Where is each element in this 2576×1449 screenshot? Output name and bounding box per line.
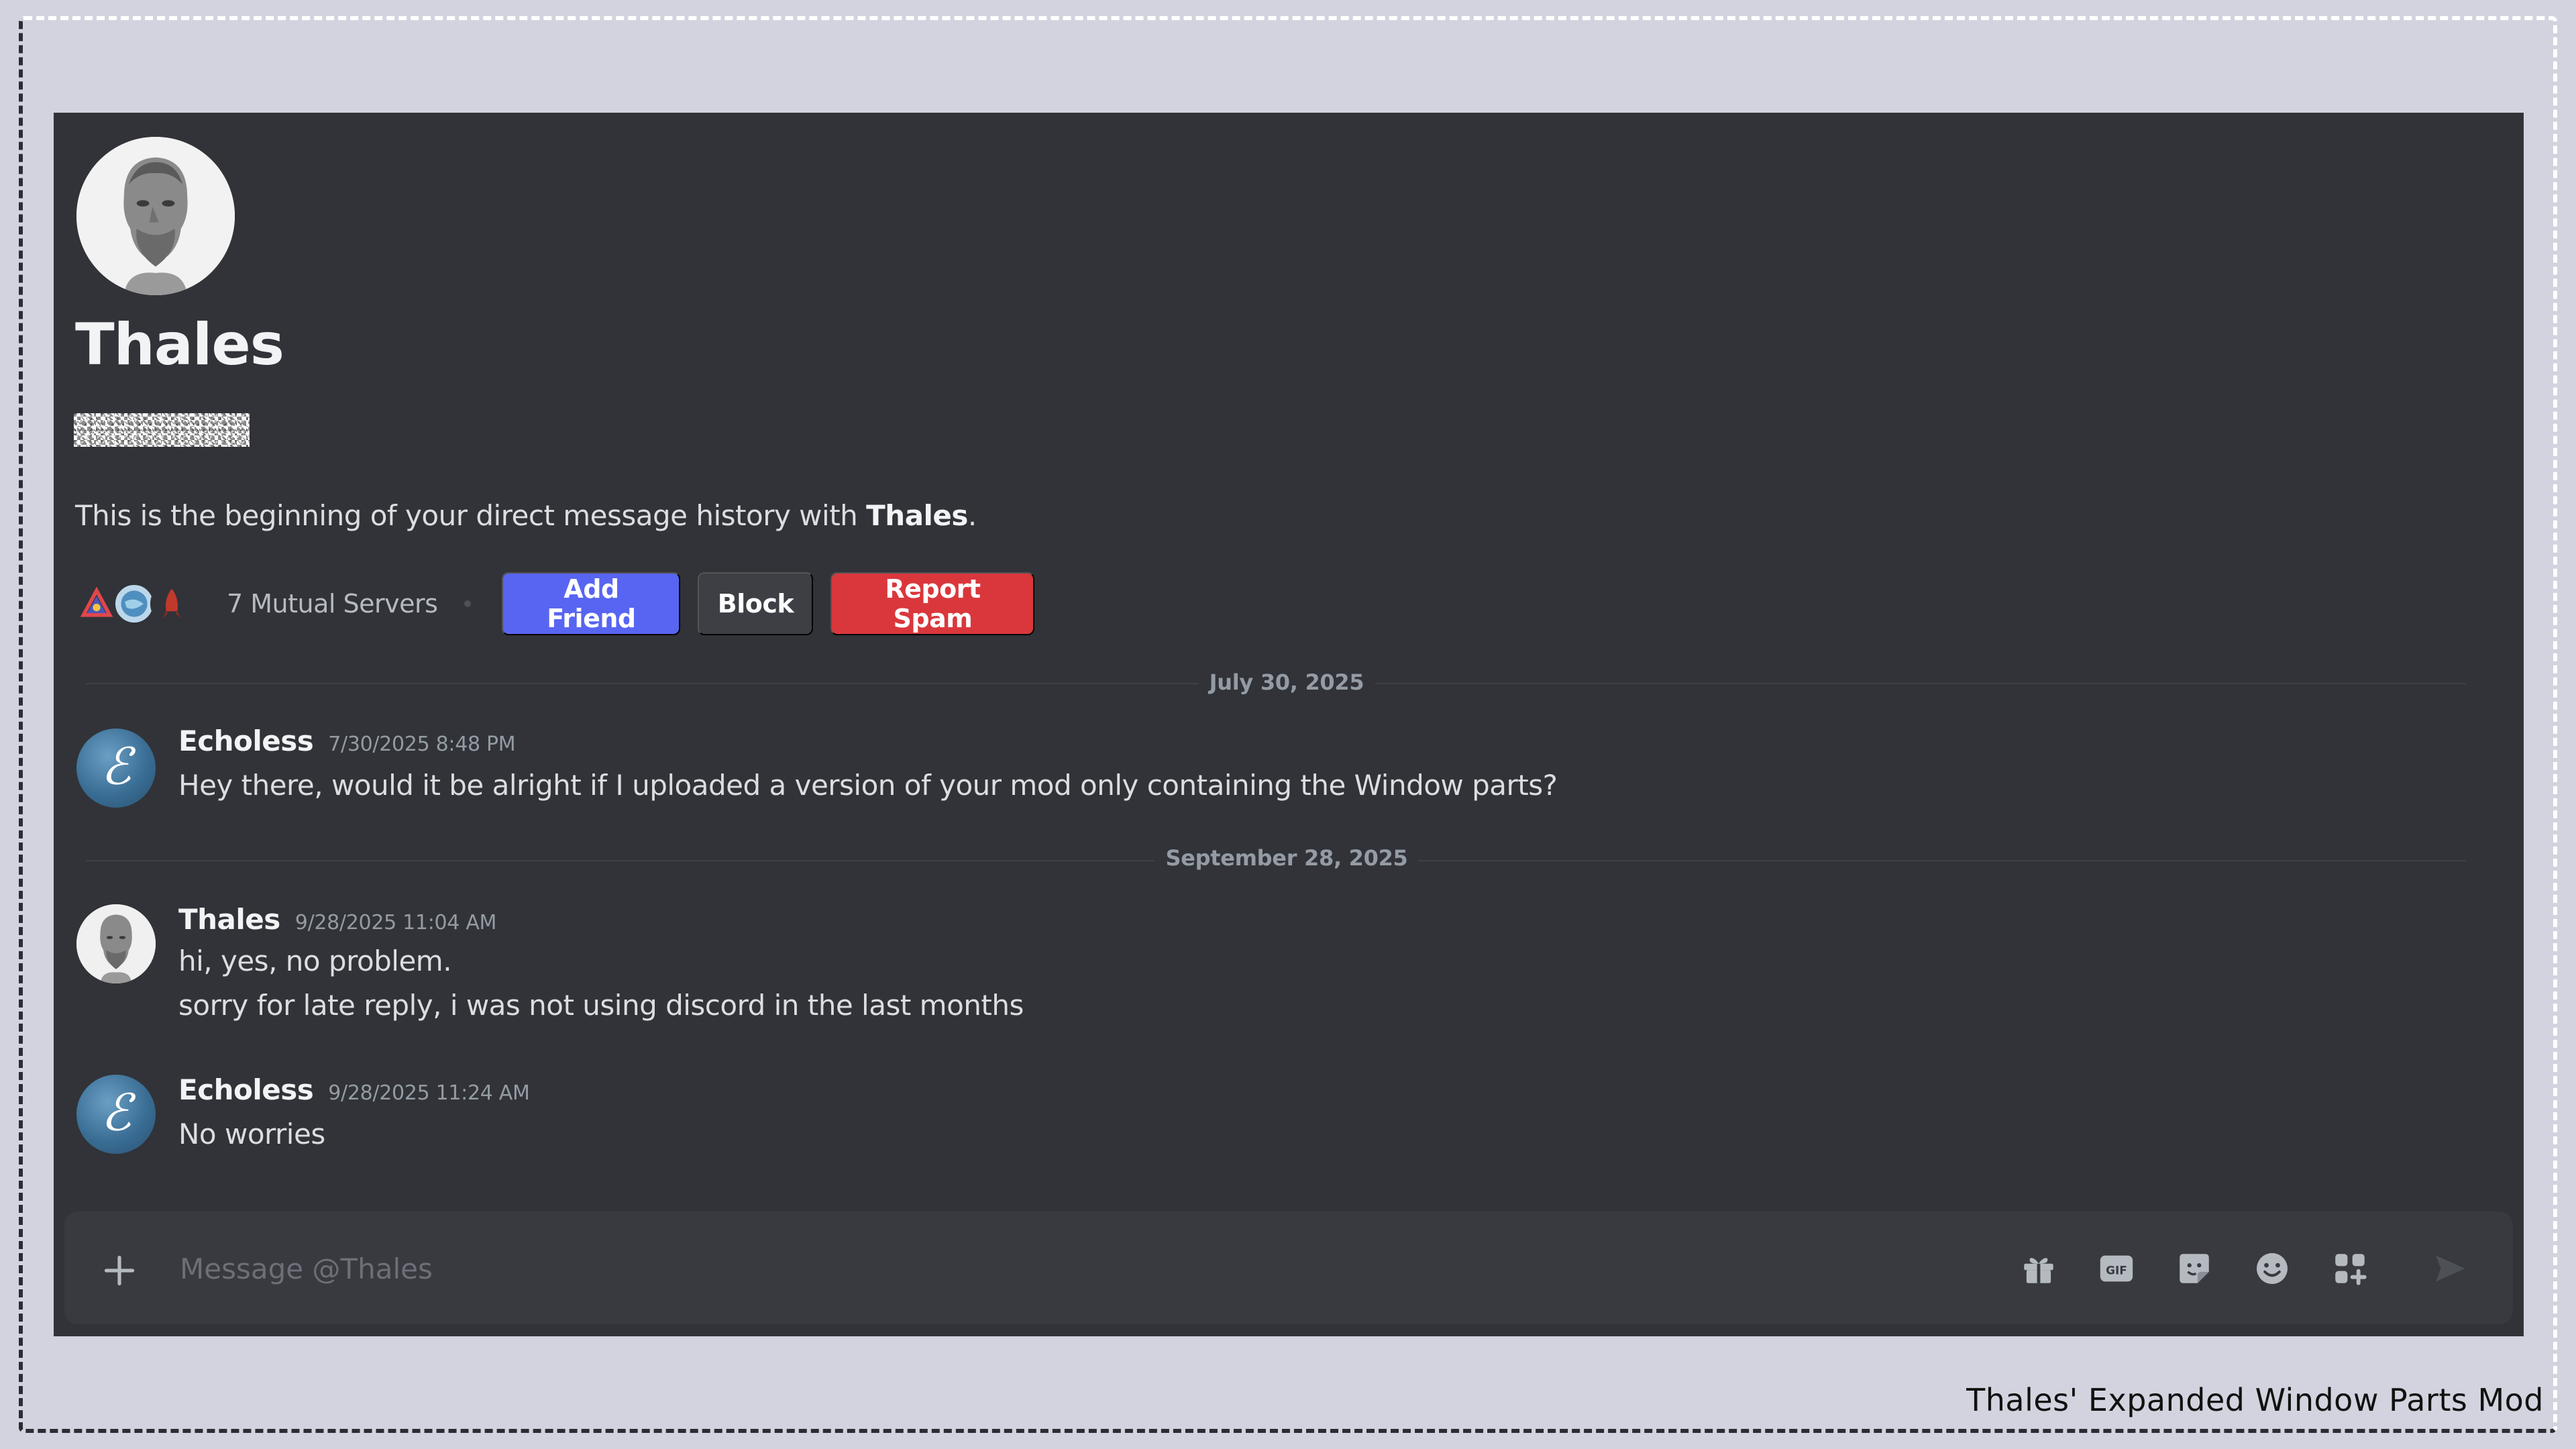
server-icon-globe xyxy=(113,582,156,625)
dm-intro-text: This is the beginning of your direct mes… xyxy=(75,499,977,532)
svg-text:ℰ: ℰ xyxy=(101,737,136,796)
mutual-servers-link[interactable]: 7 Mutual Servers xyxy=(227,589,438,619)
message-timestamp: 9/28/2025 11:04 AM xyxy=(294,911,497,934)
message-input[interactable] xyxy=(178,1238,1992,1299)
gift-icon[interactable] xyxy=(2019,1249,2058,1288)
server-icon-triangle xyxy=(75,582,118,625)
add-friend-button[interactable]: Add Friend xyxy=(502,572,681,635)
send-icon[interactable] xyxy=(2431,1249,2470,1288)
block-button[interactable]: Block xyxy=(698,572,814,635)
message-header: Thales 9/28/2025 11:04 AM xyxy=(178,903,496,936)
profile-avatar[interactable] xyxy=(76,137,235,295)
svg-text:ℰ: ℰ xyxy=(101,1083,136,1142)
emoji-icon[interactable] xyxy=(2253,1249,2292,1288)
date-divider-label: July 30, 2025 xyxy=(1198,669,1375,695)
message-timestamp: 7/30/2025 8:48 PM xyxy=(328,733,516,756)
intro-suffix: . xyxy=(967,499,977,532)
separator-dot xyxy=(464,600,472,607)
avatar-echoless[interactable]: ℰ xyxy=(76,729,156,808)
sticker-icon[interactable] xyxy=(2175,1249,2214,1288)
intro-name: Thales xyxy=(866,499,968,532)
gif-icon[interactable]: GIF xyxy=(2097,1249,2136,1288)
intro-prefix: This is the beginning of your direct mes… xyxy=(75,499,867,532)
profile-name: Thales xyxy=(75,311,284,378)
svg-text:GIF: GIF xyxy=(2106,1263,2127,1277)
message-author[interactable]: Echoless xyxy=(178,724,314,757)
message-text: Hey there, would it be alright if I uplo… xyxy=(178,769,1558,802)
mod-caption: Thales' Expanded Window Parts Mod xyxy=(1966,1382,2544,1418)
dm-window: Thales This is the beginning of your dir… xyxy=(54,113,2524,1336)
message-text: hi, yes, no problem. xyxy=(178,945,452,977)
message-header: Echoless 7/30/2025 8:48 PM xyxy=(178,724,516,757)
avatar-echoless[interactable]: ℰ xyxy=(76,1075,156,1154)
mutual-server-icons[interactable] xyxy=(75,577,196,631)
profile-actions: 7 Mutual Servers Add Friend Block Report… xyxy=(75,572,1052,636)
message-author[interactable]: Echoless xyxy=(178,1073,314,1106)
date-divider-label: September 28, 2025 xyxy=(1155,845,1419,871)
username-redacted xyxy=(74,413,250,447)
message-timestamp: 9/28/2025 11:24 AM xyxy=(328,1081,530,1105)
message-header: Echoless 9/28/2025 11:24 AM xyxy=(178,1073,530,1106)
apps-icon[interactable] xyxy=(2330,1249,2369,1288)
avatar-thales[interactable] xyxy=(76,904,156,983)
message-text: sorry for late reply, i was not using di… xyxy=(178,989,1024,1022)
message-author[interactable]: Thales xyxy=(178,903,280,936)
message-text: No worries xyxy=(178,1118,325,1150)
server-icon-rocket xyxy=(150,582,193,625)
plus-icon[interactable] xyxy=(102,1253,137,1288)
report-spam-button[interactable]: Report Spam xyxy=(830,572,1035,635)
message-composer: GIF xyxy=(64,1212,2513,1324)
